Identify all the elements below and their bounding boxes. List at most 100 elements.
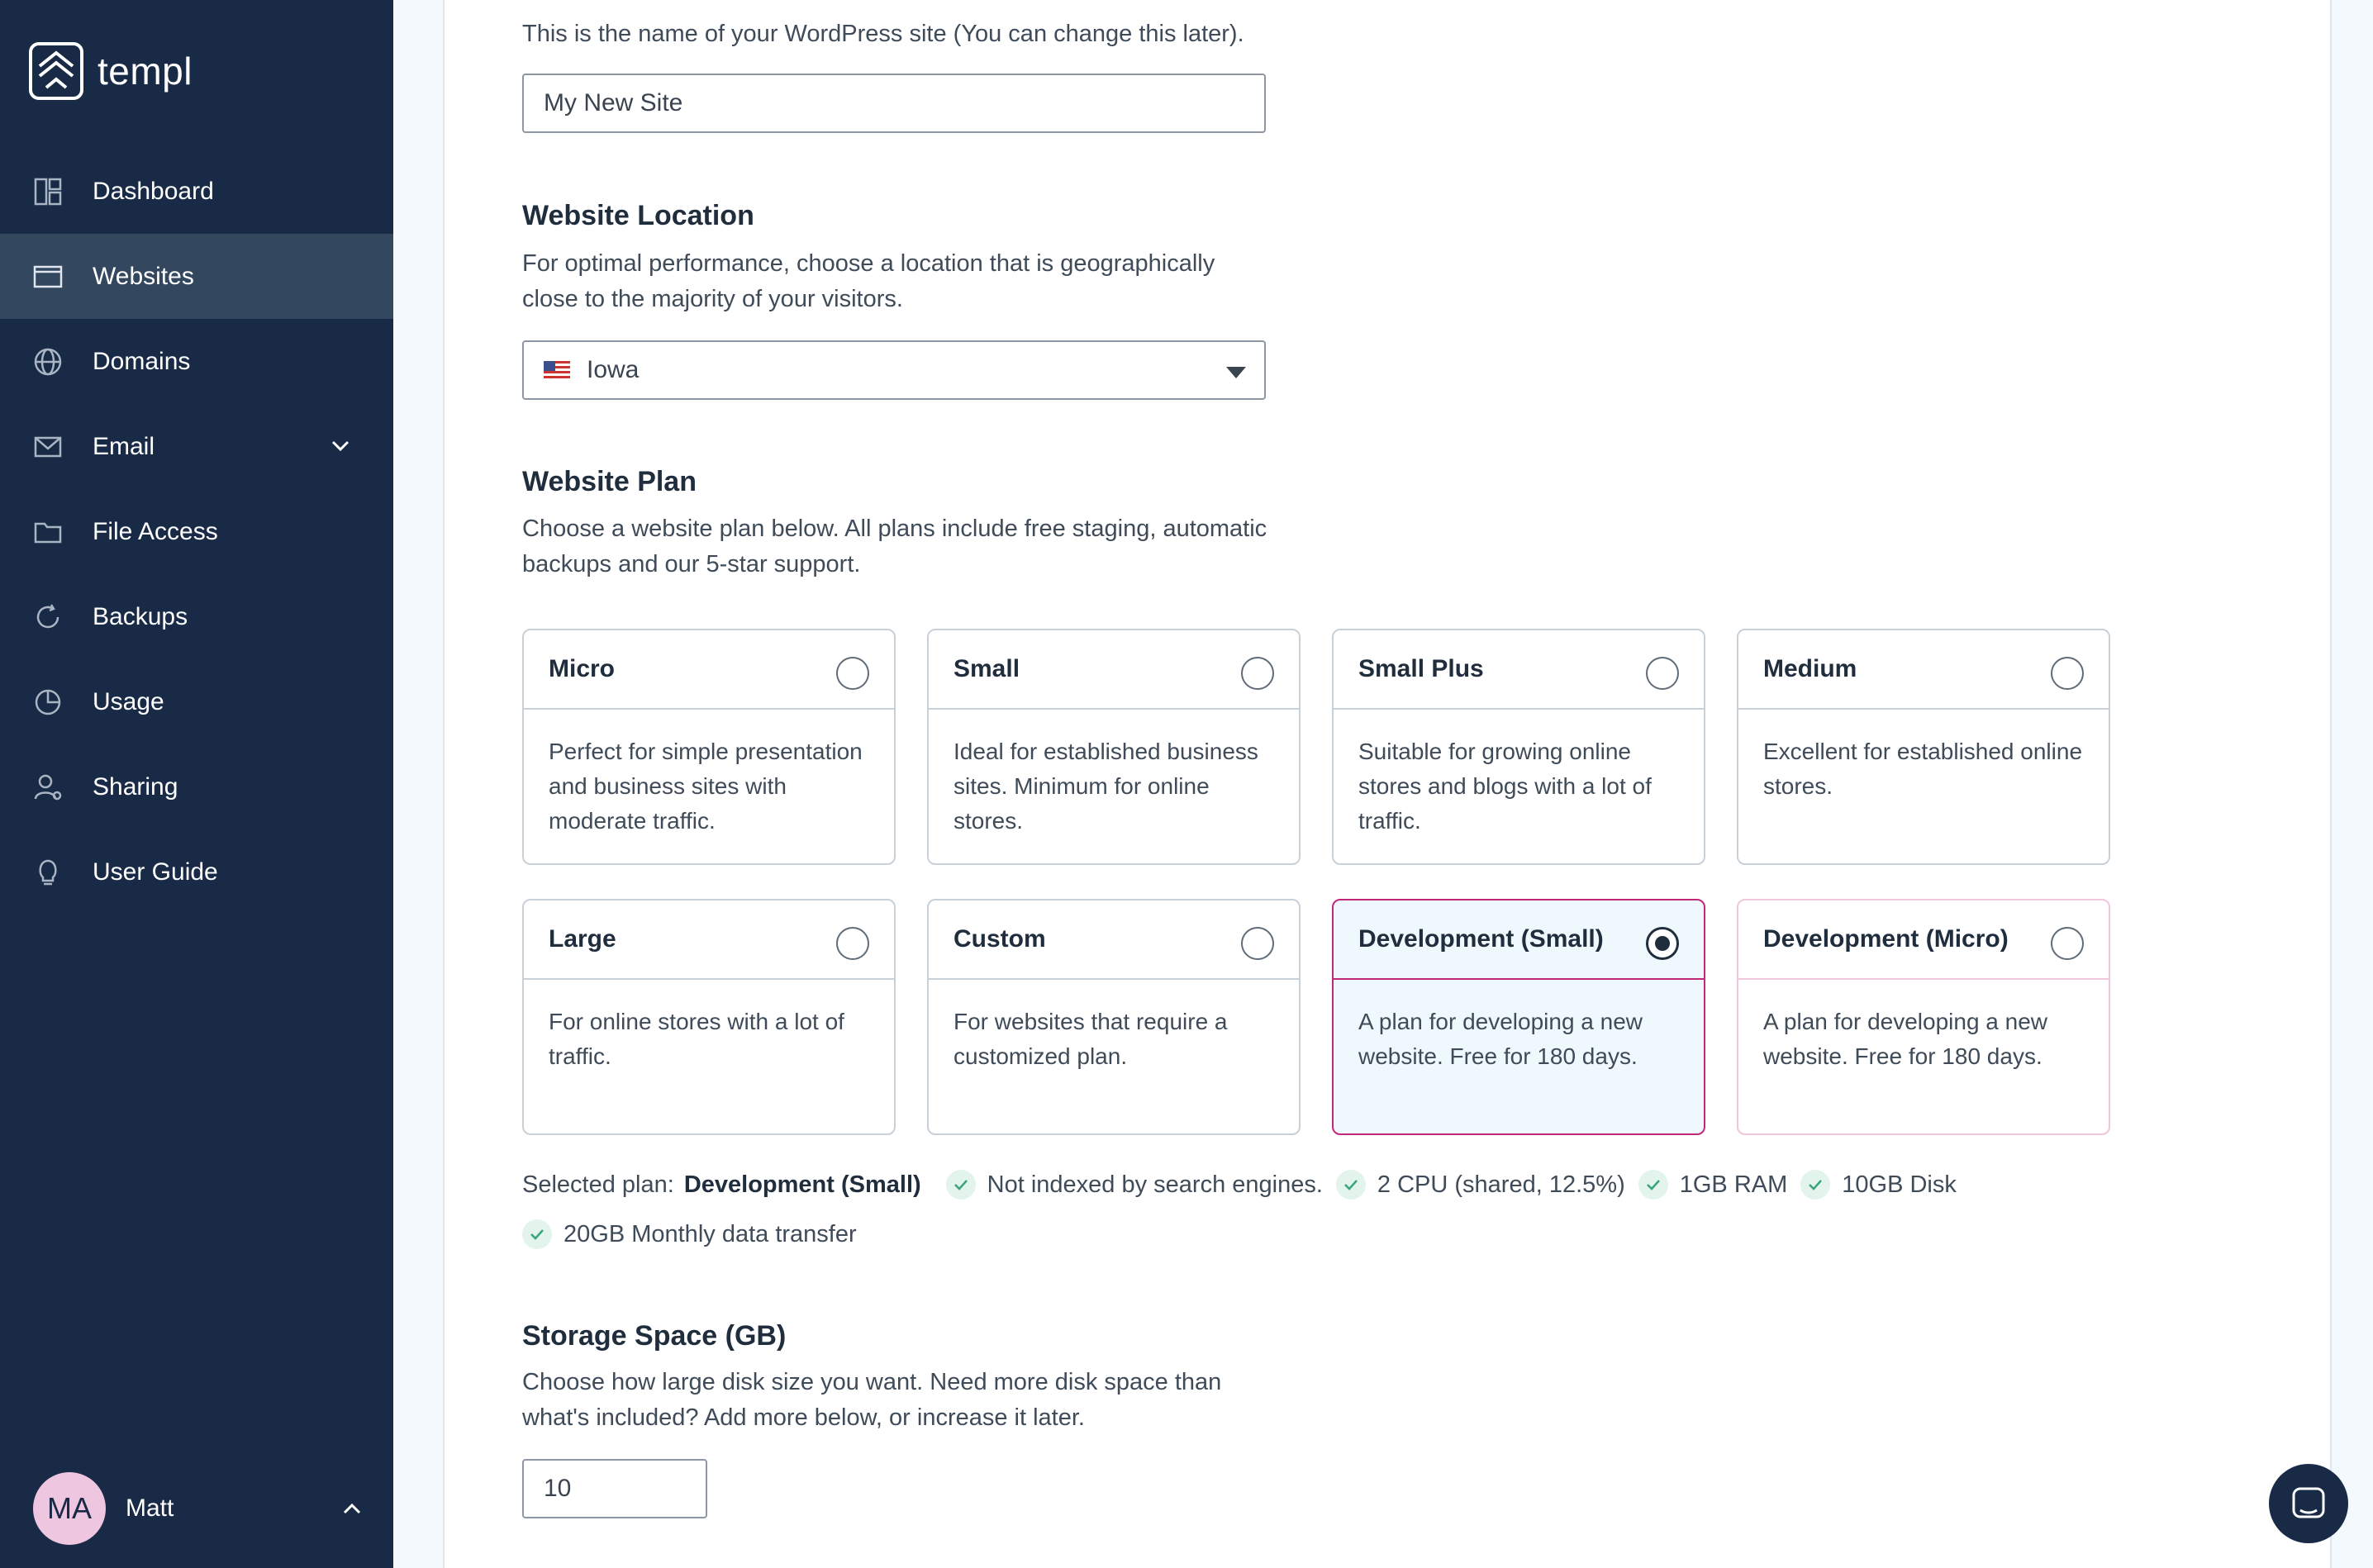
user-share-icon [33,772,63,802]
chevron-down-icon[interactable] [329,435,352,458]
feature-item: 20GB Monthly data transfer [522,1219,857,1249]
plan-radio[interactable] [2051,657,2084,690]
plan-name-text: Micro [549,655,616,682]
chat-icon [2292,1487,2325,1518]
plan-radio[interactable] [1241,657,1274,690]
templ-logo-icon [29,42,83,100]
plan-card-small-plus[interactable]: Small Plus Suitable for growing online s… [1332,629,1705,865]
plan-card-small[interactable]: Small Ideal for established business sit… [927,629,1301,865]
plan-radio[interactable] [836,657,869,690]
feature-text: 10GB Disk [1842,1171,1957,1198]
sidebar-nav: Dashboard Websites Domains Email File Ac… [0,149,393,915]
sidebar-item-label: Dashboard [93,177,214,205]
plan-card-development-small[interactable]: Development (Small) A plan for developin… [1332,899,1705,1135]
storage-input[interactable]: 10 [522,1459,707,1518]
plan-card-medium[interactable]: Medium Excellent for established online … [1737,629,2110,865]
location-help: For optimal performance, choose a locati… [522,250,1215,312]
check-icon [945,1170,976,1200]
check-icon [1800,1170,1831,1200]
plan-name-text: Medium [1763,655,1857,682]
sidebar-item-label: Domains [93,347,191,375]
plan-radio[interactable] [1646,657,1679,690]
plan-name: Small Plus [1334,630,1704,710]
sidebar-item-sharing[interactable]: Sharing [0,744,393,829]
plan-name: Small [929,630,1299,710]
user-name: Matt [126,1494,174,1522]
sidebar-item-dashboard[interactable]: Dashboard [0,149,393,234]
check-icon [522,1219,552,1249]
chevron-up-icon[interactable] [340,1497,364,1520]
check-icon [1335,1170,1366,1200]
chat-widget-button[interactable] [2269,1464,2348,1543]
plan-description: For online stores with a lot of traffic. [549,1009,844,1069]
plan-description: Excellent for established online stores. [1763,739,2083,799]
folder-icon [33,517,63,547]
plan-card-development-micro[interactable]: Development (Micro) A plan for developin… [1737,899,2110,1135]
storage-help: Choose how large disk size you want. Nee… [522,1369,1222,1431]
site-name-help: This is the name of your WordPress site … [522,21,1244,47]
plan-name-text: Small Plus [1358,655,1484,682]
plan-description: A plan for developing a new website. Fre… [1358,1009,1643,1069]
globe-icon [33,347,63,377]
storage-title: Storage Space (GB) [522,1320,787,1352]
plan-name: Development (Small) [1334,900,1704,980]
pie-chart-icon [33,687,63,717]
plan-name: Development (Micro) [1738,900,2109,980]
plan-title: Website Plan [522,466,697,497]
feature-item: 1GB RAM [1638,1170,1788,1200]
plan-name: Custom [929,900,1299,980]
site-name-input[interactable]: My New Site [522,74,1266,133]
sidebar-item-domains[interactable]: Domains [0,319,393,404]
feature-text: 1GB RAM [1679,1171,1788,1198]
main-content: This is the name of your WordPress site … [443,0,2332,1568]
sidebar-item-backups[interactable]: Backups [0,574,393,659]
plan-description: A plan for developing a new website. Fre… [1763,1009,2048,1069]
plan-card-large[interactable]: Large For online stores with a lot of tr… [522,899,896,1135]
sidebar-item-usage[interactable]: Usage [0,659,393,744]
plan-radio[interactable] [836,927,869,960]
refresh-icon [33,602,63,632]
browser-window-icon [33,262,63,292]
feature-text: 2 CPU (shared, 12.5%) [1377,1171,1625,1198]
location-title: Website Location [522,200,754,231]
sidebar-item-email[interactable]: Email [0,404,393,489]
plan-name: Large [524,900,894,980]
us-flag-icon [544,361,570,379]
feature-item: Not indexed by search engines. [945,1170,1323,1200]
selected-plan-summary: Selected plan: Development (Small) Not i… [522,1163,2092,1256]
plan-description: Ideal for established business sites. Mi… [953,739,1258,834]
location-value: Iowa [587,356,640,383]
sidebar-item-label: File Access [93,517,218,545]
sidebar-item-user-guide[interactable]: User Guide [0,829,393,915]
caret-down-icon [1226,367,1246,378]
feature-item: 2 CPU (shared, 12.5%) [1335,1170,1625,1200]
plan-name-text: Development (Micro) [1763,925,2009,953]
envelope-icon [33,432,63,462]
plan-card-custom[interactable]: Custom For websites that require a custo… [927,899,1301,1135]
plan-radio-selected[interactable] [1646,927,1679,960]
plan-help: Choose a website plan below. All plans i… [522,516,1267,577]
feature-item: 10GB Disk [1800,1170,1957,1200]
lightbulb-icon [33,858,63,887]
user-menu[interactable]: MA Matt [33,1472,364,1545]
plan-name-text: Development (Small) [1358,925,1604,953]
logo[interactable]: templ [28,41,193,101]
sidebar-item-label: Sharing [93,772,178,801]
plan-name-text: Custom [953,925,1046,953]
plan-radio[interactable] [2051,927,2084,960]
sidebar-item-websites[interactable]: Websites [0,234,393,319]
avatar[interactable]: MA [33,1472,106,1545]
plan-card-micro[interactable]: Micro Perfect for simple presentation an… [522,629,896,865]
plan-radio[interactable] [1241,927,1274,960]
dashboard-icon [33,177,63,207]
feature-text: Not indexed by search engines. [987,1171,1323,1198]
sidebar-item-label: User Guide [93,858,218,886]
plan-name-text: Small [953,655,1020,682]
plan-name: Micro [524,630,894,710]
plan-name-text: Large [549,925,616,953]
sidebar-item-label: Websites [93,262,194,290]
sidebar-item-label: Backups [93,602,188,630]
location-select[interactable]: Iowa [522,340,1266,400]
sidebar-item-file-access[interactable]: File Access [0,489,393,574]
selected-plan-label: Selected plan: [522,1171,674,1198]
